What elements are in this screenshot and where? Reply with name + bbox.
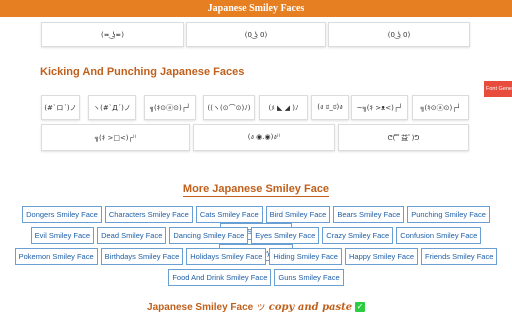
kaomoji-text: ᕦ( ̿ﾟ益ﾟ)ᕤ [387,133,420,142]
footer-title: Japanese Smiley Face [147,302,254,313]
kaomoji-card[interactable]: (ง ◉.◉)ง⁾⁾ [193,124,335,151]
footer-tagline: Japanese Smiley Face ッ copy and paste ✓ [0,298,512,313]
link-crazy[interactable]: Crazy Smiley Face [322,227,394,244]
site-header: Japanese Smiley Faces [0,0,512,17]
kaomoji-text: (≖ ͜ʖ≖) [101,30,124,39]
kaomoji-text: (0 ͜ʖ 0) [387,30,411,39]
kaomoji-text: ヽ(#`Д´)ノ [93,103,131,112]
check-icon: ✓ [354,302,365,313]
link-bird[interactable]: Bird Smiley Face [265,206,331,223]
kaomoji-text: ╗(ｷ⊙ⓐ⊙)┌┘ [149,103,191,112]
link-birthdays[interactable]: Birthdays Smiley Face [100,248,184,265]
kaomoji-card[interactable]: (ง ಠ_ಠ)ง [311,95,349,120]
kaomoji-card[interactable]: ((ヽ(⊙⌒⊙)ﾉ) [203,95,255,120]
link-pokemon[interactable]: Pokemon Smiley Face [14,248,98,265]
site-title: Japanese Smiley Faces [207,3,305,14]
link-eyes[interactable]: Eyes Smiley Face [251,227,320,244]
kaomoji-card[interactable]: ╗(ｷ⊙ⓐ⊙)┌┘ [144,95,196,120]
footer-subtitle: copy and paste [268,302,353,313]
kaomoji-card[interactable]: (0 ͜ʖ 0) [186,22,326,47]
kaomoji-text: (#`ロ´)ノ [44,103,77,112]
link-evil[interactable]: Evil Smiley Face [30,227,95,244]
link-friends[interactable]: Friends Smiley Face [421,248,498,265]
link-dancing[interactable]: Dancing Smiley Face [169,227,249,244]
section-title-kicking: Kicking And Punching Japanese Faces [40,66,245,78]
kaomoji-card[interactable]: (ﾒ ◣ ◢ )ﾉ [259,95,308,120]
link-food-and-drink[interactable]: Food And Drink Smiley Face [168,269,272,286]
link-punching[interactable]: Punching Smiley Face [407,206,490,223]
kaomoji-card[interactable]: ╗(ｷ⊙ⓐ⊙)┌┘ [412,95,469,120]
section-title-more: More Japanese Smiley Face [182,183,330,197]
kaomoji-text: (ﾒ ◣ ◢ )ﾉ [268,103,299,112]
kaomoji-text: (ง ◉.◉)ง⁾⁾ [247,133,281,141]
link-dead[interactable]: Dead Smiley Face [97,227,167,244]
kaomoji-card[interactable]: (≖ ͜ʖ≖) [41,22,184,47]
kaomoji-text: ((ヽ(⊙⌒⊙)ﾉ) [207,103,251,112]
link-hiding[interactable]: Hiding Smiley Face [269,248,342,265]
kaomoji-text: ~╗(ｷ >ᴥ<)┌┘ [356,103,403,112]
footer-emoji: ッ [256,302,267,313]
link-dongers[interactable]: Dongers Smiley Face [22,206,102,223]
link-happy[interactable]: Happy Smiley Face [344,248,419,265]
font-generator-button[interactable]: Font Gene [484,81,512,97]
link-characters[interactable]: Characters Smiley Face [104,206,193,223]
kaomoji-card[interactable]: ᕦ( ̿ﾟ益ﾟ)ᕤ [338,124,469,151]
link-confusion[interactable]: Confusion Smiley Face [396,227,482,244]
kaomoji-card[interactable]: (#`ロ´)ノ [41,95,80,120]
link-holidays[interactable]: Holidays Smiley Face [186,248,267,265]
kaomoji-text: ╗(ｷ >□<)┌⁾⁾ [94,133,137,142]
kaomoji-card[interactable]: ~╗(ｷ >ᴥ<)┌┘ [351,95,408,120]
link-guns[interactable]: Guns Smiley Face [274,269,344,286]
tag-row: Food And Drink Smiley Face Guns Smiley Fa… [0,269,512,286]
tag-row: Pokemon Smiley Face Birthdays Smiley Face… [0,248,512,265]
kaomoji-text: (0 ͜ʖ 0) [244,30,268,39]
link-bears[interactable]: Bears Smiley Face [333,206,405,223]
kaomoji-text: (ง ಠ_ಠ)ง [317,103,343,111]
kaomoji-card[interactable]: ╗(ｷ >□<)┌⁾⁾ [41,124,190,151]
link-cats[interactable]: Cats Smiley Face [195,206,263,223]
kaomoji-card[interactable]: ヽ(#`Д´)ノ [88,95,136,120]
kaomoji-text: ╗(ｷ⊙ⓐ⊙)┌┘ [420,103,461,112]
kaomoji-card[interactable]: (0 ͜ʖ 0) [328,22,470,47]
